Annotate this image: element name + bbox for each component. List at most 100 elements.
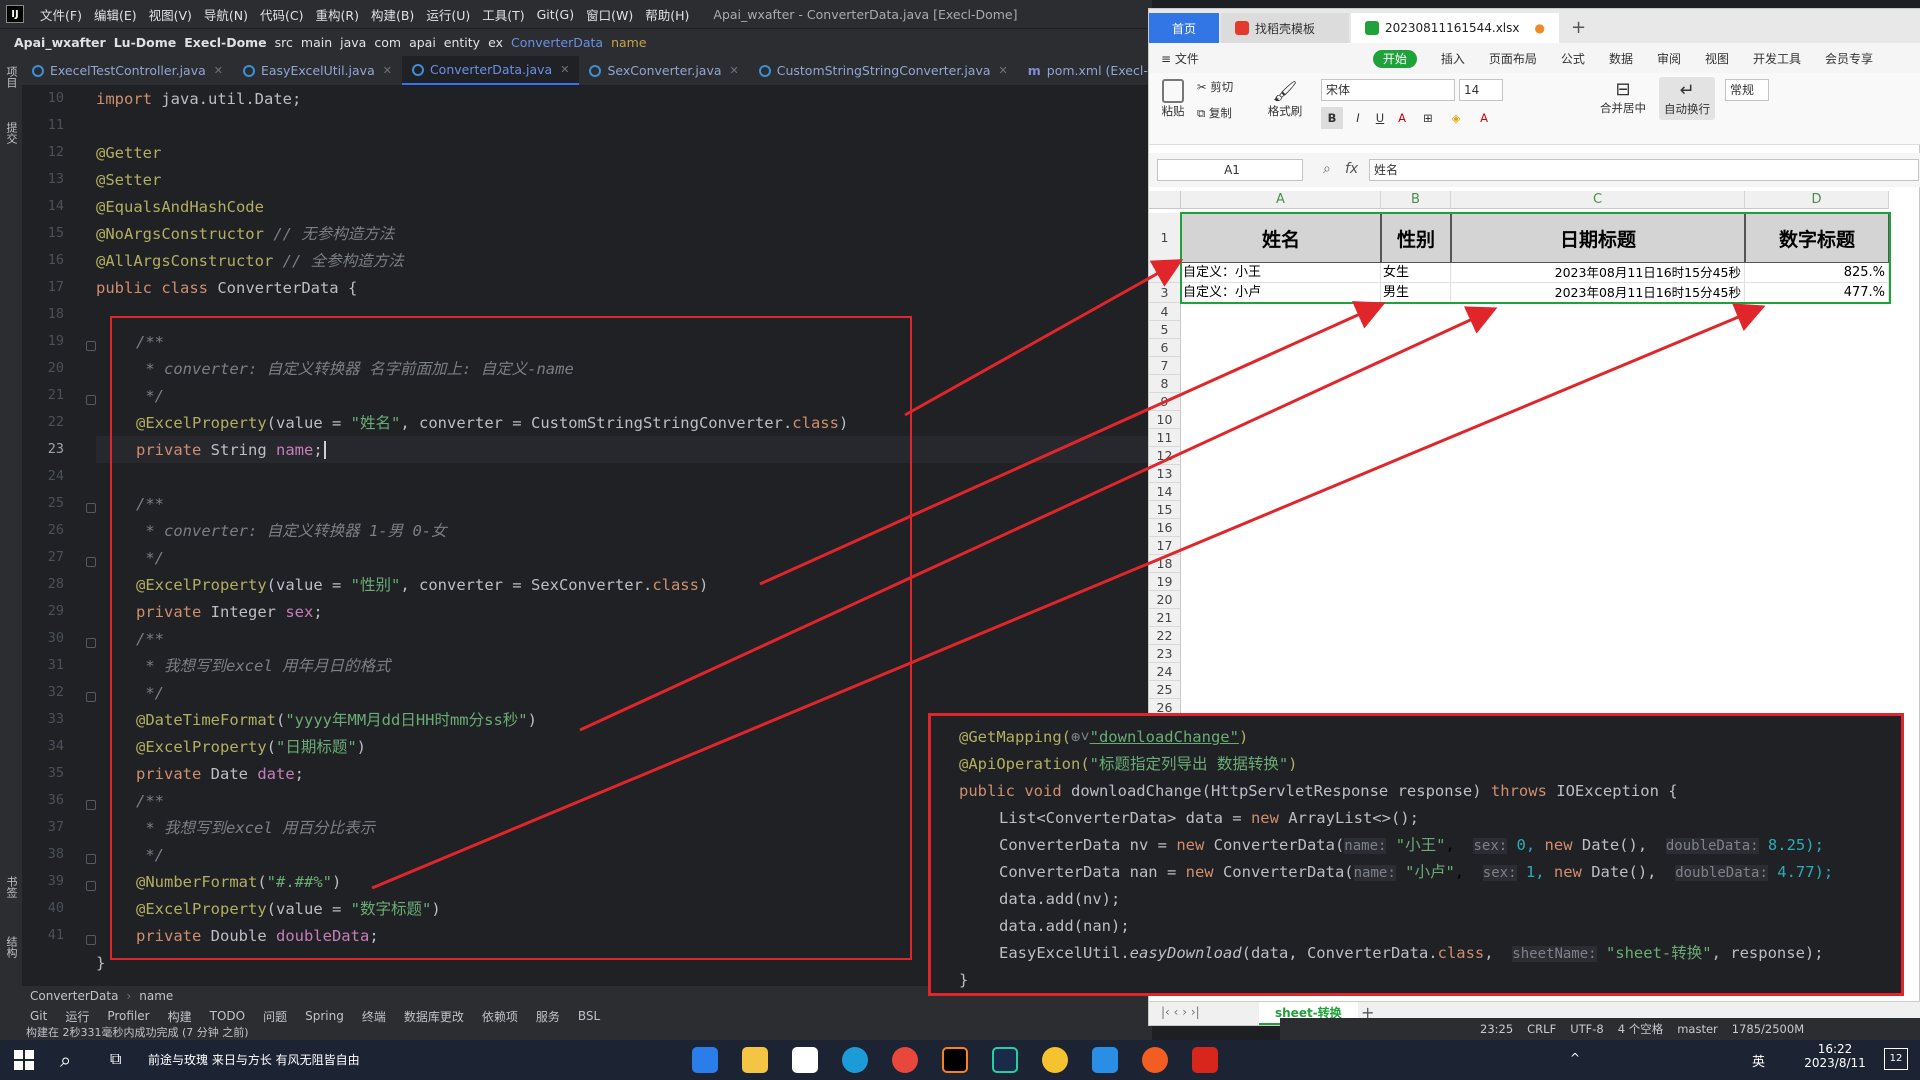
formula-input[interactable]: 姓名 bbox=[1369, 159, 1919, 181]
row-header[interactable]: 1 bbox=[1149, 213, 1181, 263]
tool-bsl[interactable]: BSL bbox=[578, 1009, 600, 1023]
intellij-icon[interactable] bbox=[942, 1047, 968, 1073]
crumb-submodule[interactable]: Execl-Dome bbox=[180, 35, 270, 50]
row-header[interactable]: 25 bbox=[1149, 681, 1181, 699]
row-header[interactable]: 12 bbox=[1149, 447, 1181, 465]
name-box[interactable]: A1 bbox=[1157, 159, 1303, 181]
row-header[interactable]: 23 bbox=[1149, 645, 1181, 663]
tab-converter-data[interactable]: ConverterData.java ✕ bbox=[401, 56, 580, 85]
fold-icon[interactable] bbox=[86, 692, 96, 702]
menu-file[interactable]: 文件(F) bbox=[34, 5, 88, 24]
menu-data[interactable]: 数据 bbox=[1597, 50, 1645, 67]
search-icon[interactable]: ⌕ bbox=[60, 1048, 71, 1072]
crumb-entity[interactable]: entity bbox=[440, 35, 484, 50]
menu-file[interactable]: ≡ 文件 bbox=[1149, 50, 1211, 67]
tool-git[interactable]: Git bbox=[30, 1009, 47, 1023]
menu-window[interactable]: 窗口(W) bbox=[580, 5, 639, 24]
menu-start[interactable]: 开始 bbox=[1372, 49, 1417, 68]
format-painter-button[interactable]: 🖌 格式刷 bbox=[1265, 79, 1305, 119]
row-header[interactable]: 2 bbox=[1149, 263, 1181, 283]
fold-icon[interactable] bbox=[86, 935, 96, 945]
ime-indicator[interactable]: 英 bbox=[1752, 1051, 1765, 1070]
postman-icon[interactable] bbox=[1142, 1047, 1168, 1073]
column-header-c[interactable]: C bbox=[1451, 191, 1745, 209]
tab-easy-excel-util[interactable]: EasyExcelUtil.java ✕ bbox=[233, 56, 402, 85]
row-header[interactable]: 20 bbox=[1149, 591, 1181, 609]
menu-view[interactable]: 视图 bbox=[1693, 50, 1741, 67]
indent-setting[interactable]: 4 个空格 bbox=[1618, 1021, 1663, 1037]
font-color-button[interactable]: A bbox=[1393, 107, 1411, 129]
menu-code[interactable]: 代码(C) bbox=[254, 5, 309, 24]
row-header[interactable]: 10 bbox=[1149, 411, 1181, 429]
column-header-a[interactable]: A bbox=[1181, 191, 1381, 209]
memory-indicator[interactable]: 1785/2500M bbox=[1732, 1022, 1804, 1036]
row-header[interactable]: 6 bbox=[1149, 339, 1181, 357]
tool-services[interactable]: 服务 bbox=[536, 1008, 560, 1025]
notification-icon[interactable]: 12 bbox=[1884, 1048, 1908, 1070]
row-header[interactable]: 15 bbox=[1149, 501, 1181, 519]
fold-icon[interactable] bbox=[86, 800, 96, 810]
wrap-text-button[interactable]: ↵ 自动换行 bbox=[1659, 77, 1715, 120]
tab-home[interactable]: 首页 bbox=[1149, 13, 1219, 43]
menu-tools[interactable]: 工具(T) bbox=[476, 5, 530, 24]
merge-center-button[interactable]: ⊟ 合并居中 bbox=[1595, 79, 1651, 116]
row-header[interactable]: 19 bbox=[1149, 573, 1181, 591]
fold-icon[interactable] bbox=[86, 854, 96, 864]
menu-insert[interactable]: 插入 bbox=[1429, 50, 1477, 67]
crumb-module[interactable]: Lu-Dome bbox=[110, 35, 181, 50]
new-tab-button[interactable]: + bbox=[1561, 13, 1596, 43]
number-format-select[interactable]: 常规 bbox=[1725, 79, 1769, 101]
row-header[interactable]: 14 bbox=[1149, 483, 1181, 501]
zoom-search-icon[interactable]: ⌕ bbox=[1323, 161, 1331, 177]
tool-build[interactable]: 构建 bbox=[168, 1008, 192, 1025]
row-header[interactable]: 22 bbox=[1149, 627, 1181, 645]
crumb-field[interactable]: name bbox=[139, 989, 173, 1003]
menu-page-layout[interactable]: 页面布局 bbox=[1477, 50, 1549, 67]
fx-icon[interactable]: fx bbox=[1345, 161, 1358, 177]
menu-refactor[interactable]: 重构(R) bbox=[310, 5, 365, 24]
row-header[interactable]: 3 bbox=[1149, 283, 1181, 303]
tool-structure[interactable]: 结构 bbox=[3, 936, 19, 958]
tool-dependencies[interactable]: 依赖项 bbox=[482, 1008, 518, 1025]
fold-icon[interactable] bbox=[86, 557, 96, 567]
crumb-apai[interactable]: apai bbox=[405, 35, 440, 50]
menu-run[interactable]: 运行(U) bbox=[420, 5, 476, 24]
close-icon[interactable]: ✕ bbox=[214, 64, 223, 77]
clock[interactable]: 16:22 2023/8/11 bbox=[1800, 1042, 1870, 1070]
menu-help[interactable]: 帮助(H) bbox=[639, 5, 695, 24]
sheet-nav-icons[interactable]: |‹ ‹ › ›| bbox=[1161, 1005, 1200, 1019]
crumb-class[interactable]: ConverterData bbox=[507, 35, 607, 50]
fold-icon[interactable] bbox=[86, 638, 96, 648]
column-header-b[interactable]: B bbox=[1381, 191, 1451, 209]
app-icon[interactable] bbox=[1042, 1047, 1068, 1073]
row-header[interactable]: 9 bbox=[1149, 393, 1181, 411]
typora-icon[interactable] bbox=[792, 1047, 818, 1073]
chrome-icon[interactable] bbox=[892, 1047, 918, 1073]
line-separator[interactable]: CRLF bbox=[1527, 1022, 1556, 1036]
vscode-icon[interactable] bbox=[1092, 1047, 1118, 1073]
font-name-select[interactable]: 宋体 bbox=[1321, 79, 1455, 101]
tab-execel-test-controller[interactable]: ExecelTestController.java ✕ bbox=[22, 56, 233, 85]
crumb-java[interactable]: java bbox=[336, 35, 370, 50]
fold-icon[interactable] bbox=[86, 341, 96, 351]
menu-build[interactable]: 构建(B) bbox=[365, 5, 420, 24]
crumb-com[interactable]: com bbox=[370, 35, 405, 50]
tab-template[interactable]: 找稻壳模板 bbox=[1221, 13, 1349, 43]
row-header[interactable]: 16 bbox=[1149, 519, 1181, 537]
row-header[interactable]: 11 bbox=[1149, 429, 1181, 447]
tool-db-changes[interactable]: 数据库更改 bbox=[404, 1008, 464, 1025]
webstorm-icon[interactable] bbox=[992, 1047, 1018, 1073]
row-header[interactable]: 8 bbox=[1149, 375, 1181, 393]
column-header-d[interactable]: D bbox=[1745, 191, 1889, 209]
caret-position[interactable]: 23:25 bbox=[1480, 1022, 1513, 1036]
edge-icon[interactable] bbox=[842, 1047, 868, 1073]
tab-custom-string-converter[interactable]: CustomStringStringConverter.java ✕ bbox=[749, 56, 1018, 85]
italic-button[interactable]: I bbox=[1349, 107, 1367, 129]
git-branch[interactable]: master bbox=[1677, 1022, 1718, 1036]
fold-icon[interactable] bbox=[86, 395, 96, 405]
row-header[interactable]: 4 bbox=[1149, 303, 1181, 321]
tool-spring[interactable]: Spring bbox=[305, 1009, 344, 1023]
select-all-corner[interactable] bbox=[1149, 191, 1181, 209]
tab-xlsx-file[interactable]: 20230811161544.xlsx ● bbox=[1351, 13, 1559, 43]
menu-view[interactable]: 视图(V) bbox=[143, 5, 198, 24]
